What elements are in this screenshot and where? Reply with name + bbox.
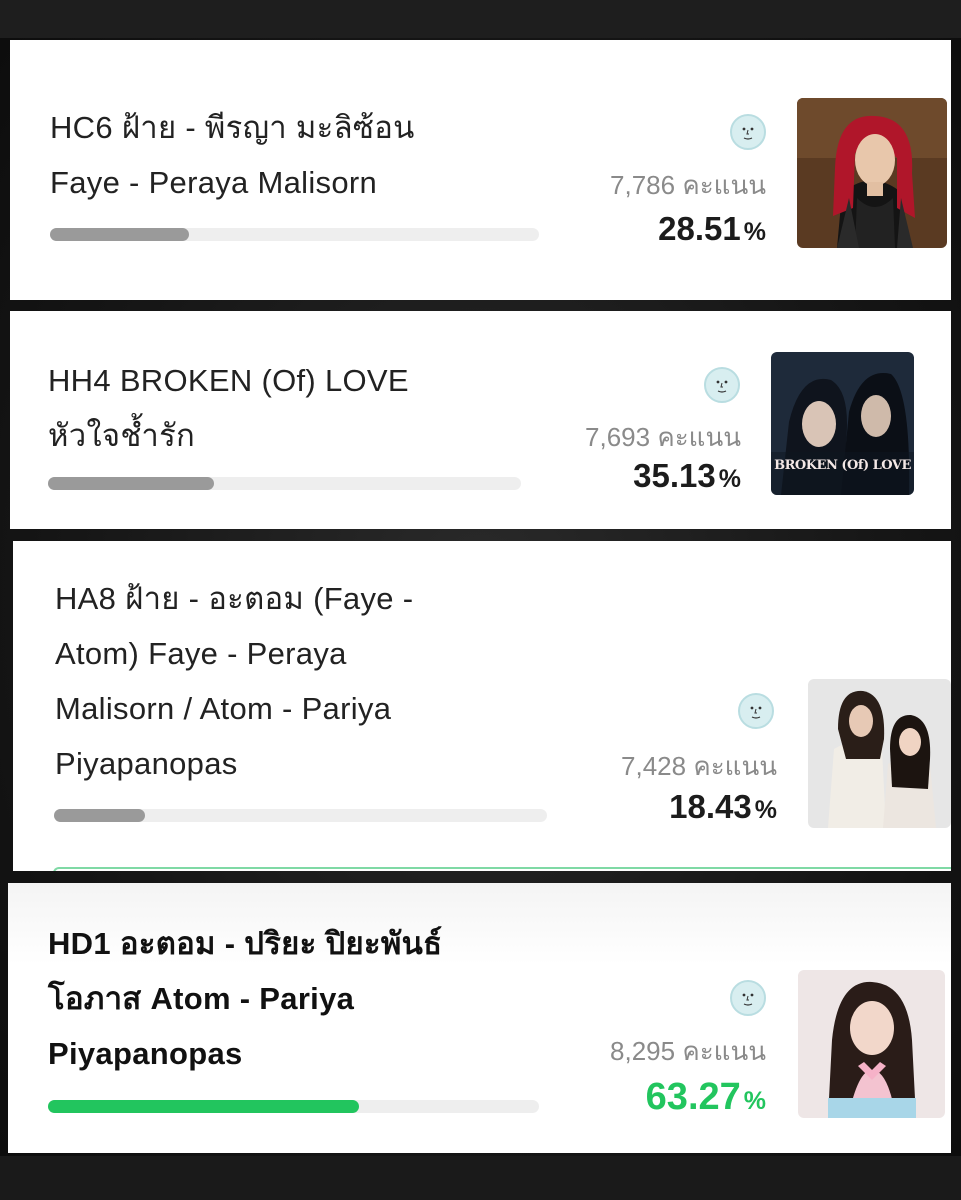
vote-card-1[interactable]: HC6 ฝ้าย - พีรญา มะลิซ้อน Faye - Peraya … — [10, 40, 951, 300]
progress-track — [54, 809, 547, 822]
entry-title: HD1 อะตอม - ปริยะ ปิยะพันธ์ โอภาส Atom -… — [48, 926, 443, 1071]
nominee-photo — [798, 970, 945, 1118]
background-stripe — [0, 1156, 961, 1200]
vote-count: 7,786 คะแนน — [610, 170, 766, 200]
card-bottom-accent — [53, 867, 951, 871]
vote-card-2[interactable]: HH4 BROKEN (Of) LOVE หัวใจช้ำรัก 7,693 ค… — [10, 311, 951, 529]
vote-count: 7,693 คะแนน — [585, 422, 741, 452]
vote-percent: 18.43% — [669, 788, 777, 825]
entry-title: HC6 ฝ้าย - พีรญา มะลิซ้อน Faye - Peraya … — [50, 110, 415, 200]
face-badge-icon — [704, 367, 740, 403]
entry-title: HA8 ฝ้าย - อะตอม (Faye - Atom) Faye - Pe… — [55, 581, 414, 781]
progress-fill — [48, 1100, 359, 1113]
progress-fill — [48, 477, 215, 490]
background-stripe — [0, 0, 961, 38]
progress-track — [48, 477, 521, 490]
entry-title: HH4 BROKEN (Of) LOVE หัวใจช้ำรัก — [48, 363, 409, 453]
vote-card-4-winner[interactable]: HD1 อะตอม - ปริยะ ปิยะพันธ์ โอภาส Atom -… — [8, 883, 951, 1153]
face-badge-icon — [738, 693, 774, 729]
progress-fill — [50, 228, 190, 241]
vote-percent: 28.51% — [658, 210, 766, 247]
poster-title-text: BROKEN (Of) LOVE — [774, 458, 911, 473]
progress-track — [50, 228, 539, 241]
face-badge-icon — [730, 114, 766, 150]
vote-card-3[interactable]: HA8 ฝ้าย - อะตอม (Faye - Atom) Faye - Pe… — [13, 541, 951, 871]
face-badge-icon — [730, 980, 766, 1016]
nominee-photo — [797, 98, 947, 248]
vote-percent: 63.27% — [645, 1076, 766, 1118]
progress-track — [48, 1100, 539, 1113]
duo-photo — [808, 679, 951, 828]
progress-fill — [54, 809, 145, 822]
vote-count: 7,428 คะแนน — [621, 751, 777, 781]
vote-count: 8,295 คะแนน — [610, 1036, 766, 1066]
vote-percent: 35.13% — [633, 457, 741, 494]
series-poster: BROKEN (Of) LOVE — [771, 352, 914, 495]
